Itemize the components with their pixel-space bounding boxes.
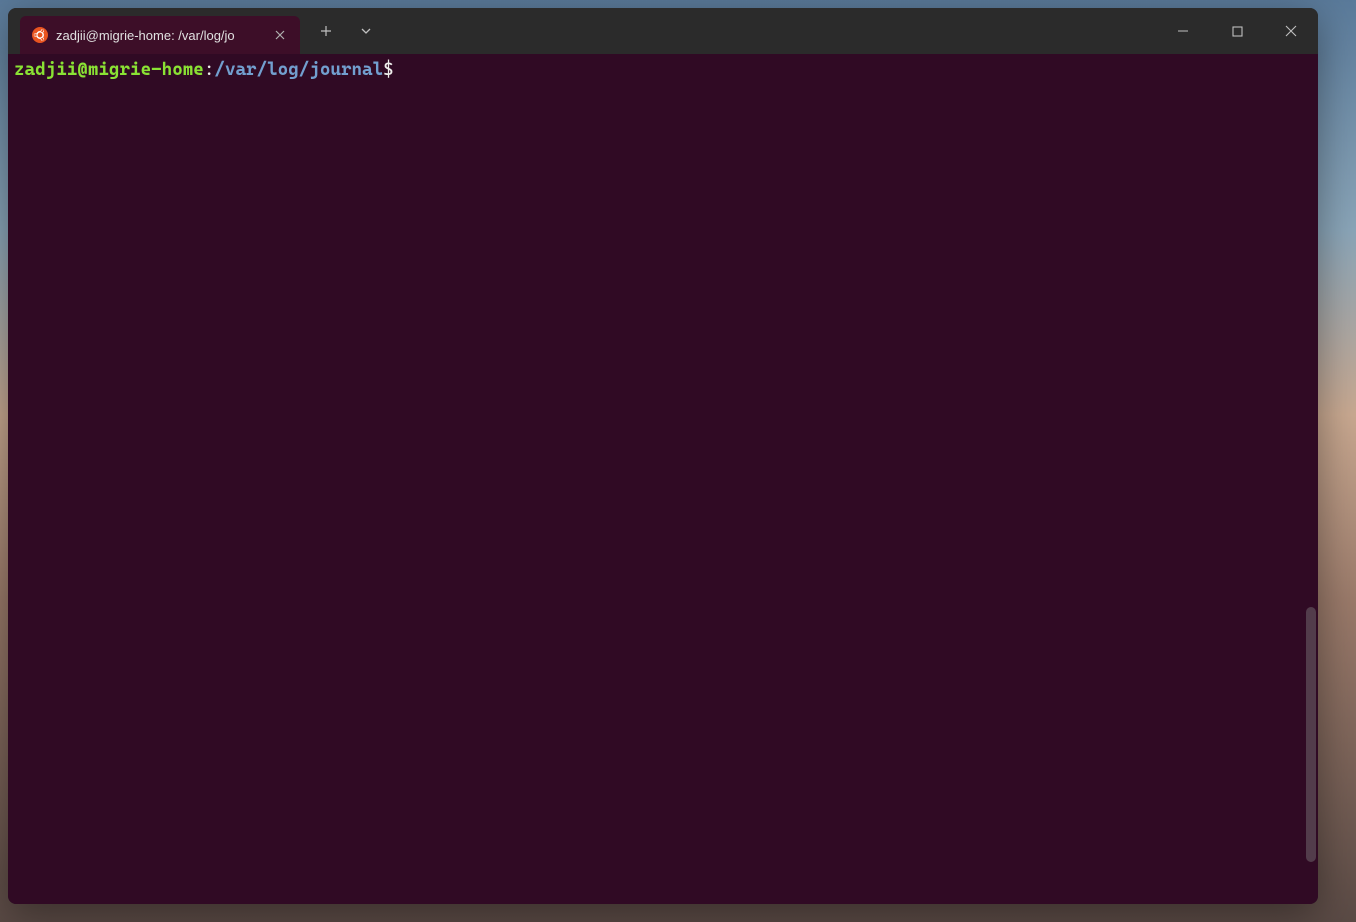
window-controls bbox=[1156, 8, 1318, 54]
terminal-content[interactable]: zadjii@migrie-home:/var/log/journal$ bbox=[8, 54, 1318, 904]
maximize-button[interactable] bbox=[1210, 11, 1264, 51]
tab-action-buttons bbox=[308, 15, 384, 47]
titlebar[interactable]: zadjii@migrie-home: /var/log/jo bbox=[8, 8, 1318, 54]
prompt-line: zadjii@migrie-home:/var/log/journal$ bbox=[14, 58, 1312, 81]
tab-active[interactable]: zadjii@migrie-home: /var/log/jo bbox=[20, 16, 300, 54]
prompt-symbol: $ bbox=[383, 58, 394, 81]
tab-close-button[interactable] bbox=[272, 27, 288, 43]
tab-title: zadjii@migrie-home: /var/log/jo bbox=[56, 28, 264, 43]
new-tab-button[interactable] bbox=[308, 15, 344, 47]
ubuntu-icon bbox=[32, 27, 48, 43]
prompt-user-host: zadjii@migrie-home bbox=[14, 58, 204, 81]
close-window-button[interactable] bbox=[1264, 11, 1318, 51]
tab-dropdown-button[interactable] bbox=[348, 15, 384, 47]
minimize-button[interactable] bbox=[1156, 11, 1210, 51]
prompt-separator: : bbox=[204, 58, 215, 81]
scrollbar-track[interactable] bbox=[1304, 54, 1318, 904]
prompt-path: /var/log/journal bbox=[214, 58, 383, 81]
terminal-window: zadjii@migrie-home: /var/log/jo bbox=[8, 8, 1318, 904]
scrollbar-thumb[interactable] bbox=[1306, 607, 1316, 862]
